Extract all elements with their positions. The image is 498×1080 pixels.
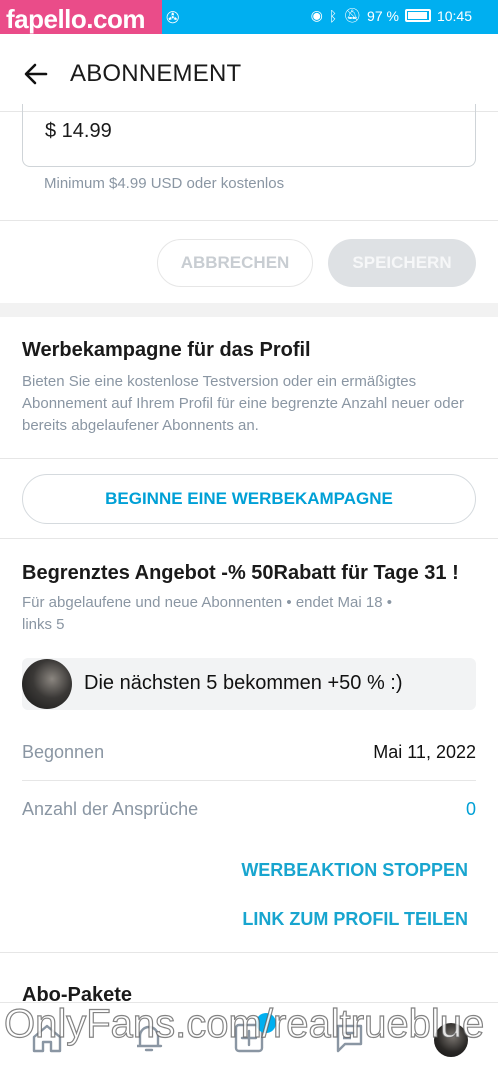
offer-title: Begrenztes Angebot -% 50Rabatt für Tage … — [22, 562, 459, 584]
offer-meta: Für abgelaufene und neue Abonnenten • en… — [22, 592, 478, 636]
price-hint: Minimum $4.99 USD oder kostenlos — [44, 175, 285, 192]
avatar[interactable] — [22, 659, 72, 709]
offer-meta-line2: links 5 — [22, 616, 65, 633]
battery-icon — [404, 9, 431, 22]
eye-icon: ◉ — [310, 7, 323, 23]
share-profile-link[interactable]: LINK ZUM PROFIL TEILEN — [242, 909, 468, 930]
status-icons: ◉ ᛒ 🔕︎ 97 % 10:45 — [311, 7, 472, 24]
bluetooth-icon: ᛒ — [328, 7, 338, 24]
battery-percent: 97 % — [367, 7, 399, 24]
clock: 10:45 — [436, 7, 472, 24]
divider — [0, 458, 498, 459]
divider — [0, 220, 498, 221]
promo-description: Bieten Sie eine kostenlose Testversion o… — [22, 373, 464, 434]
section-separator — [0, 303, 498, 317]
divider — [0, 952, 498, 953]
promo-title: Werbekampagne für das Profil — [22, 339, 311, 361]
offer-meta-line1: Für abgelaufene und neue Abonnenten • en… — [22, 594, 392, 611]
cancel-button[interactable]: ABBRECHEN — [157, 239, 313, 287]
divider — [22, 780, 476, 781]
save-button[interactable]: SPEICHERN — [328, 239, 476, 287]
started-label: Begonnen — [22, 742, 105, 762]
page-title: ABONNEMENT — [70, 60, 242, 87]
watermark-text: OnlyFans.com/realtrueblue — [3, 1001, 485, 1046]
offer-message-text: Die nächsten 5 bekommen +50 % :) — [84, 672, 403, 694]
offer-message: Die nächsten 5 bekommen +50 % :) — [22, 658, 476, 710]
mute-icon: 🔕︎ — [343, 7, 362, 23]
price-input[interactable]: $ 14.99 — [22, 104, 476, 167]
divider — [0, 538, 498, 539]
app-header: ABONNEMENT — [0, 34, 498, 112]
arrow-left-icon[interactable] — [22, 60, 50, 88]
stop-promotion-link[interactable]: WERBEAKTION STOPPEN — [241, 860, 468, 881]
claims-value: 0 — [465, 799, 476, 819]
start-campaign-button[interactable]: BEGINNE EINE WERBEKAMPAGNE — [22, 474, 476, 524]
started-value: Mai 11, 2022 — [373, 742, 476, 762]
fan-icon: ✇ — [166, 10, 180, 27]
claims-label: Anzahl der Ansprüche — [22, 799, 199, 819]
